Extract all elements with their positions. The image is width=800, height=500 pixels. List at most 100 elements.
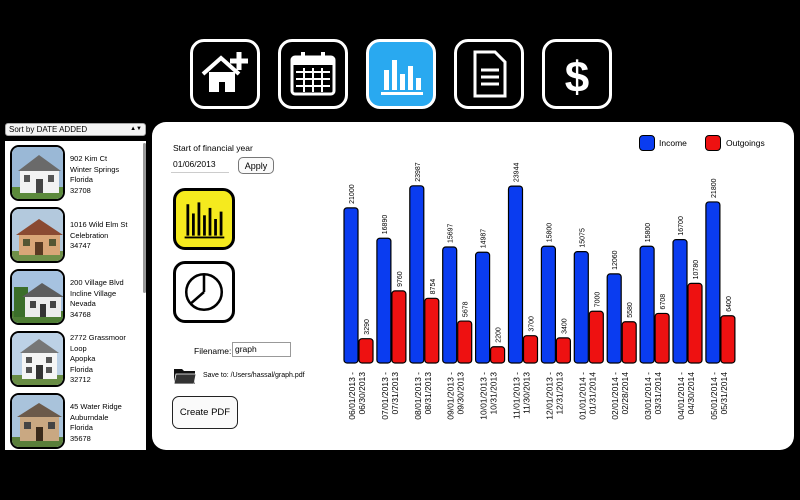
bar-income [639, 245, 655, 364]
data-label: 15697 [448, 223, 455, 243]
house-photo [10, 331, 65, 387]
bar-income [507, 185, 524, 364]
data-label: 5580 [627, 302, 634, 318]
x-tick-label: 02/28/2014 [620, 372, 630, 415]
data-label: 3290 [364, 319, 371, 335]
property-address: 1016 Wild Elm St Celebration 34747 [70, 220, 128, 250]
data-label: 23944 [514, 163, 521, 183]
property-address: 902 Kim Ct Winter Springs Florida 32708 [70, 154, 120, 195]
x-tick-label: 11/01/2013 - [512, 372, 522, 419]
x-tick-label: 07/01/2013 - [380, 372, 390, 420]
bar-outgoings [588, 310, 604, 364]
x-tick-label: 05/01/2014 - [709, 372, 719, 420]
bar-outgoings [720, 315, 736, 364]
add-property-button[interactable] [190, 39, 260, 109]
list-item[interactable]: 45 Water Ridge Auburndale Florida 35678 [8, 392, 143, 450]
list-item[interactable]: 1016 Wild Elm St Celebration 34747 [8, 206, 143, 266]
data-label: 7000 [594, 292, 601, 308]
bar-income [442, 246, 458, 364]
x-tick-label: 12/31/2013 [554, 372, 564, 415]
property-address: 200 Village Blvd Incline Village Nevada 347… [70, 278, 124, 319]
x-tick-label: 10/31/2013 [489, 372, 499, 415]
bar-income [409, 185, 425, 364]
data-label: 15800 [645, 223, 652, 243]
x-tick-label: 06/30/2013 [357, 372, 367, 415]
property-list[interactable]: 902 Kim Ct Winter Springs Florida 32708 101… [5, 141, 146, 450]
x-tick-label: 08/01/2013 - [413, 372, 423, 420]
data-label: 15800 [546, 223, 553, 243]
document-icon [473, 50, 507, 98]
bar-chart-icon [381, 60, 423, 95]
bar-income [475, 251, 491, 364]
data-label: 9760 [397, 271, 404, 287]
finance-button[interactable]: $ [542, 39, 612, 109]
bar-income [606, 273, 622, 364]
data-label: 16890 [382, 215, 389, 235]
list-item[interactable]: 902 Kim Ct Winter Springs Florida 32708 [8, 144, 143, 204]
x-tick-label: 04/01/2014 - [676, 372, 686, 420]
data-label: 10780 [693, 260, 700, 280]
bar-income [672, 239, 688, 364]
bar-income [573, 251, 589, 364]
bar-income [343, 207, 359, 364]
calendar-icon [290, 52, 336, 96]
bar-income [705, 201, 721, 364]
x-tick-label: 06/01/2013 - [347, 372, 357, 420]
scrollbar[interactable] [143, 143, 146, 293]
house-photo [10, 145, 65, 201]
charts-button[interactable] [366, 39, 436, 109]
x-tick-label: 07/31/2013 [390, 372, 400, 415]
list-item[interactable]: 2772 Grassmoor Loop Apopka Florida 32712 [8, 330, 143, 390]
bar-income [540, 245, 556, 364]
bar-outgoings [424, 297, 440, 364]
calendar-button[interactable] [278, 39, 348, 109]
sort-select[interactable]: Sort by DATE ADDED ▲▼ [5, 123, 146, 136]
sort-select-label: Sort by DATE ADDED [9, 125, 88, 134]
x-tick-label: 02/01/2014 - [610, 372, 620, 420]
x-tick-label: 11/30/2013 [522, 372, 532, 414]
data-label: 16700 [678, 216, 685, 236]
data-label: 12060 [612, 250, 619, 270]
chevron-down-icon: ▲▼ [130, 126, 142, 132]
house-photo [10, 393, 65, 449]
data-label: 15075 [579, 228, 586, 248]
house-photo [10, 207, 65, 263]
data-label: 3400 [561, 318, 568, 334]
bar-outgoings [457, 320, 473, 364]
x-tick-label: 03/31/2014 [653, 372, 663, 415]
data-label: 6708 [660, 294, 667, 310]
x-tick-label: 05/31/2014 [719, 372, 729, 415]
bar-chart: 21000 3290 06/01/2013 -06/30/2013 16890 9760… [343, 162, 736, 420]
bar-outgoings [555, 337, 571, 364]
list-item[interactable]: 200 Village Blvd Incline Village Nevada 347… [8, 268, 143, 328]
data-label: 14987 [481, 229, 488, 249]
bar-outgoings [621, 321, 637, 364]
x-tick-label: 04/30/2014 [686, 372, 696, 415]
svg-text:$: $ [565, 53, 589, 100]
dollar-icon: $ [565, 53, 589, 100]
x-tick-label: 01/31/2014 [587, 372, 597, 415]
data-label: 8754 [430, 279, 437, 295]
x-tick-label: 08/31/2013 [423, 372, 433, 415]
main-panel: Start of financial year 01/06/2013 Apply… [152, 122, 794, 450]
x-tick-label: 09/01/2013 - [446, 372, 456, 420]
documents-button[interactable] [454, 39, 524, 109]
x-tick-label: 01/01/2014 - [577, 372, 587, 420]
house-plus-icon [201, 52, 248, 92]
bar-outgoings [358, 338, 374, 364]
bar-outgoings [490, 346, 506, 364]
data-label: 5678 [463, 301, 470, 317]
bar-income [376, 237, 392, 364]
bar-outgoings [391, 290, 407, 364]
x-tick-label: 12/01/2013 - [544, 372, 554, 420]
property-address: 45 Water Ridge Auburndale Florida 35678 [70, 402, 122, 443]
bar-outgoings [654, 312, 670, 364]
data-label: 3700 [529, 316, 536, 332]
data-label: 2200 [496, 327, 503, 343]
bar-outgoings [687, 282, 703, 364]
house-photo [10, 269, 65, 325]
data-label: 21800 [711, 178, 718, 198]
data-label: 6400 [726, 296, 733, 312]
data-label: 23987 [415, 162, 422, 182]
x-tick-label: 10/01/2013 - [479, 372, 489, 420]
